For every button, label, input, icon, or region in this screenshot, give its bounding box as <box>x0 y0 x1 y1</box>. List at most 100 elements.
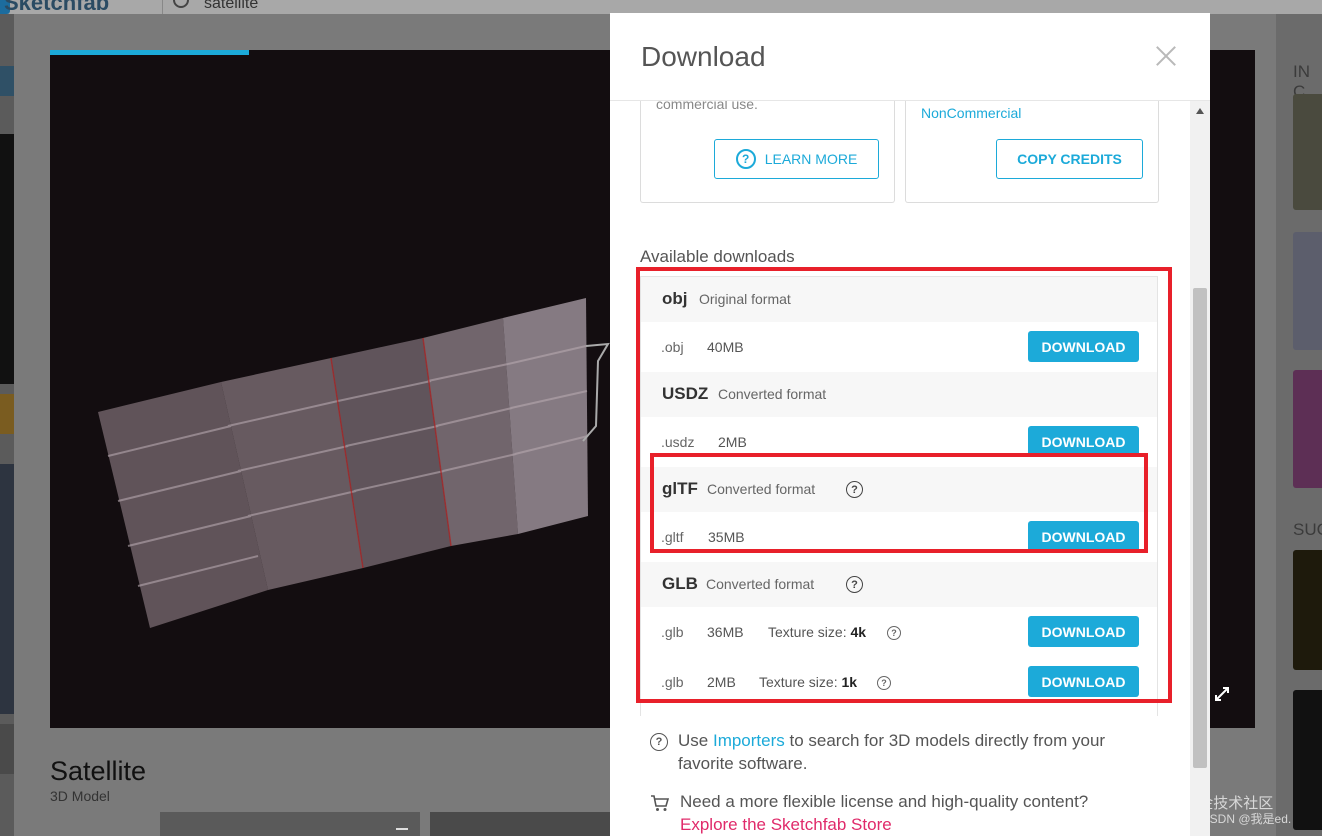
file-size: 40MB <box>707 339 744 355</box>
format-name: GLB <box>662 574 698 593</box>
license-card: commercial use. ? LEARN MORE <box>640 101 895 203</box>
copy-credits-label: COPY CREDITS <box>1017 151 1122 167</box>
file-row: .gltf 35MB DOWNLOAD <box>641 512 1157 562</box>
thumbnail[interactable] <box>1293 232 1322 350</box>
thumbnail[interactable] <box>1293 370 1322 488</box>
file-size: 36MB <box>707 624 744 640</box>
thumbnail[interactable] <box>160 812 420 836</box>
dialog-header: Download <box>610 13 1210 101</box>
available-downloads-heading: Available downloads <box>640 247 795 266</box>
thumbnail[interactable] <box>0 134 14 384</box>
thumbnail[interactable] <box>1293 94 1322 210</box>
scroll-up-arrow-icon[interactable] <box>1196 108 1204 114</box>
thumbnail[interactable] <box>0 724 14 774</box>
download-button[interactable]: DOWNLOAD <box>1028 616 1139 647</box>
thumbnail[interactable] <box>1293 550 1322 670</box>
importers-note: Use Importers to search for 3D models di… <box>678 729 1105 775</box>
dialog-scrollbar[interactable] <box>1190 101 1210 836</box>
download-button[interactable]: DOWNLOAD <box>1028 426 1139 457</box>
file-size: 2MB <box>718 434 747 450</box>
texture-size-label: Texture size: <box>768 624 847 640</box>
thumbnail[interactable] <box>0 66 14 96</box>
texture-size-value: 4k <box>850 624 867 640</box>
importers-note-pre: Use <box>678 731 709 750</box>
file-row: .glb 2MB Texture size: 1k ? DOWNLOAD <box>641 657 1157 712</box>
site-logo[interactable]: Sketchfab <box>4 0 109 14</box>
store-link[interactable]: Explore the Sketchfab Store <box>680 815 892 834</box>
format-name: USDZ <box>662 384 709 403</box>
sidebar-heading: SUG <box>1293 520 1322 539</box>
copy-credits-button[interactable]: COPY CREDITS <box>996 139 1143 179</box>
model-title: Satellite <box>50 756 147 786</box>
model-viewer-canvas-edge <box>1210 50 1255 728</box>
texture-size: Texture size: 1k <box>759 674 857 690</box>
help-icon[interactable]: ? <box>846 576 863 593</box>
format-header-obj: obj Original format <box>641 277 1157 322</box>
format-desc: Converted format <box>706 576 815 592</box>
format-header-usdz: USDZ Converted format <box>641 372 1157 417</box>
download-dialog: Download commercial use. ? LEARN MORE No… <box>610 13 1210 836</box>
format-header-gltf: glTF Converted format ? <box>641 467 1157 512</box>
file-row: .obj 40MB DOWNLOAD <box>641 322 1157 372</box>
download-icon[interactable] <box>396 818 408 830</box>
header-divider <box>162 0 163 14</box>
file-row: .usdz 2MB DOWNLOAD <box>641 417 1157 467</box>
scrollbar-thumb[interactable] <box>1193 288 1207 768</box>
texture-size-label: Texture size: <box>759 674 838 690</box>
importers-note-post: to search for 3D models directly from yo… <box>789 731 1106 750</box>
loading-progress-bar <box>50 50 249 55</box>
importers-note-line2: favorite software. <box>678 754 808 773</box>
format-name: glTF <box>662 479 698 498</box>
store-note-text: Need a more flexible license and high-qu… <box>680 792 1089 811</box>
learn-more-button[interactable]: ? LEARN MORE <box>714 139 879 179</box>
left-thumbnail-strip <box>0 14 14 836</box>
texture-size: Texture size: 4k <box>768 624 866 640</box>
thumbnail[interactable] <box>1293 690 1322 830</box>
solar-panel-model <box>98 298 610 628</box>
format-header-glb: GLB Converted format ? <box>641 562 1157 607</box>
cart-icon <box>651 795 670 811</box>
file-extension: .gltf <box>661 529 684 545</box>
license-text: commercial use. <box>656 101 758 112</box>
license-card: NonCommercial COPY CREDITS <box>905 101 1159 203</box>
search-input[interactable]: satellite <box>204 0 258 13</box>
format-desc: Converted format <box>707 481 816 497</box>
help-icon[interactable]: ? <box>846 481 863 498</box>
download-button[interactable]: DOWNLOAD <box>1028 521 1139 552</box>
dialog-body[interactable]: commercial use. ? LEARN MORE NonCommerci… <box>610 101 1190 836</box>
learn-more-label: LEARN MORE <box>764 151 858 167</box>
thumbnail[interactable] <box>430 812 620 836</box>
file-extension: .glb <box>661 624 684 640</box>
help-icon[interactable]: ? <box>887 626 901 640</box>
help-icon: ? <box>735 149 756 169</box>
file-extension: .glb <box>661 674 684 690</box>
help-icon: ? <box>650 733 668 751</box>
store-note: Need a more flexible license and high-qu… <box>680 790 1088 836</box>
file-size: 2MB <box>707 674 736 690</box>
texture-size-value: 1k <box>841 674 858 690</box>
importers-link[interactable]: Importers <box>713 731 785 750</box>
file-size: 35MB <box>708 529 745 545</box>
download-button[interactable]: DOWNLOAD <box>1028 666 1139 697</box>
thumbnail[interactable] <box>0 464 14 714</box>
license-link[interactable]: NonCommercial <box>921 105 1021 121</box>
file-extension: .obj <box>661 339 684 355</box>
file-extension: .usdz <box>661 434 695 450</box>
close-icon[interactable] <box>1155 45 1177 67</box>
fullscreen-icon[interactable] <box>1214 686 1230 702</box>
format-name: obj <box>662 289 688 308</box>
download-formats-list: obj Original format .obj 40MB DOWNLOAD U… <box>640 276 1158 716</box>
model-subtitle: 3D Model <box>50 788 110 804</box>
model-viewer-canvas[interactable] <box>50 50 610 728</box>
help-icon[interactable]: ? <box>877 676 891 690</box>
file-row: .glb 36MB Texture size: 4k ? DOWNLOAD <box>641 607 1157 657</box>
dialog-title: Download <box>641 41 766 72</box>
download-button[interactable]: DOWNLOAD <box>1028 331 1139 362</box>
site-header: Sketchfab satellite <box>0 0 1322 14</box>
search-icon[interactable] <box>173 0 189 8</box>
format-desc: Converted format <box>718 386 827 402</box>
format-desc: Original format <box>699 291 791 307</box>
watermark: CSDN @我是ed. <box>1201 812 1292 826</box>
thumbnail[interactable] <box>0 394 14 434</box>
right-sidebar: IN C SUG <box>1276 14 1322 836</box>
